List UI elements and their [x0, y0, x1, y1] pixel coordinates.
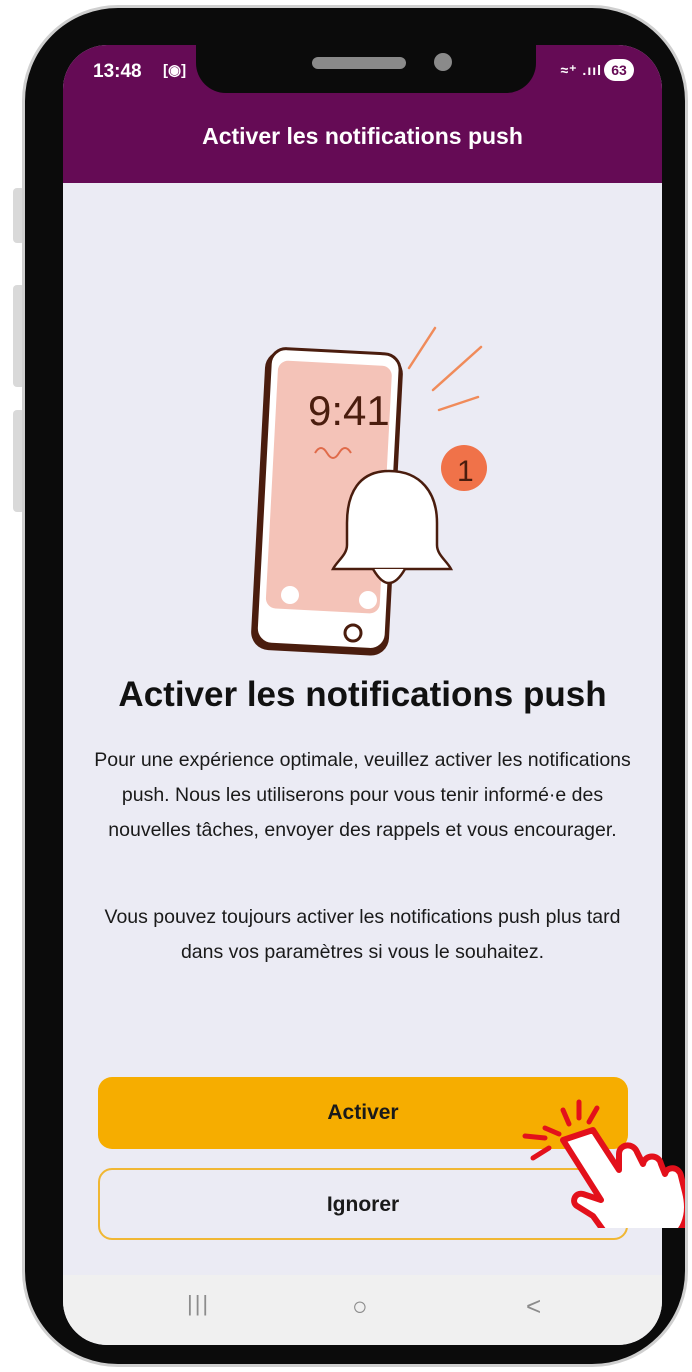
recents-button[interactable]: |||	[187, 1291, 210, 1317]
wifi-signal-icon: ≈⁺ .ııl	[560, 62, 602, 78]
system-nav-bar: ||| ○ <	[63, 1275, 662, 1345]
alert-rays-icon	[407, 326, 483, 412]
tap-hand-icon	[522, 1099, 685, 1228]
description-paragraph: Pour une expérience optimale, veuillez a…	[94, 749, 631, 841]
front-camera	[434, 53, 452, 71]
app-bar-title: Activer les notifications push	[202, 123, 523, 149]
home-button[interactable]: ○	[352, 1291, 368, 1322]
clock-text: 9:41	[308, 387, 390, 434]
battery-indicator: 63	[604, 59, 634, 81]
speaker-grille	[312, 57, 406, 69]
back-button[interactable]: <	[526, 1291, 541, 1322]
page-heading: Activer les notifications push	[118, 675, 607, 714]
app-bar: Activer les notifications push	[63, 103, 662, 183]
notification-illustration: 9:41 1	[251, 326, 487, 656]
screen-record-icon: [◉]	[163, 62, 187, 79]
hint-paragraph: Vous pouvez toujours activer les notific…	[104, 906, 621, 963]
badge-count: 1	[457, 455, 474, 488]
phone-notch	[196, 45, 536, 93]
status-time: 13:48	[93, 61, 142, 82]
